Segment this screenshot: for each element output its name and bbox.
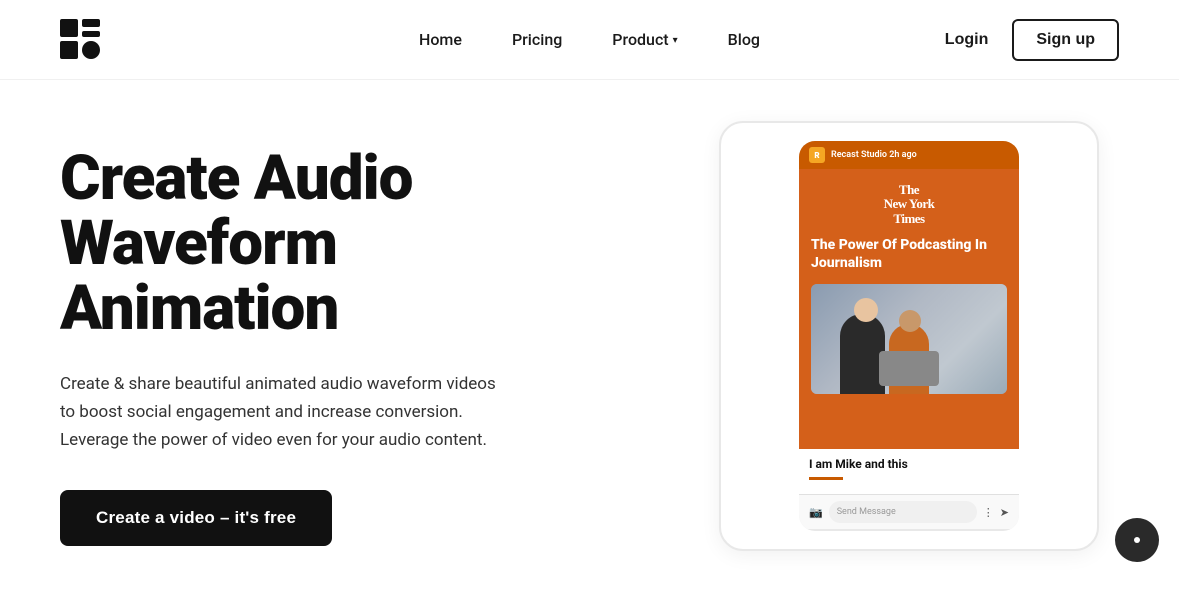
nyt-logo: TheNew YorkTimes xyxy=(811,183,1007,226)
app-icon: R xyxy=(809,147,825,163)
phone-footer: 📷 Send Message ⋮ ➤ xyxy=(799,494,1019,529)
phone-preview: R Recast Studio 2h ago TheNew YorkTimes … xyxy=(719,121,1099,551)
camera-icon: 📷 xyxy=(809,506,823,519)
notification-text: Recast Studio 2h ago xyxy=(831,150,917,160)
chevron-down-icon: ▾ xyxy=(673,35,678,46)
hero-section: Create Audio Waveform Animation Create &… xyxy=(60,126,580,545)
nav-product[interactable]: Product ▾ xyxy=(612,30,677,49)
header: Home Pricing Product ▾ Blog Login Sign u… xyxy=(0,0,1179,80)
more-icon: ⋮ xyxy=(983,506,994,519)
send-icon: ➤ xyxy=(1000,506,1009,519)
logo[interactable] xyxy=(60,19,102,61)
signup-button[interactable]: Sign up xyxy=(1012,19,1119,61)
hero-description: Create & share beautiful animated audio … xyxy=(60,370,500,454)
phone-screen: R Recast Studio 2h ago TheNew YorkTimes … xyxy=(799,141,1019,531)
phone-caption: I am Mike and this xyxy=(799,449,1019,494)
message-input: Send Message xyxy=(829,501,977,523)
caption-text: I am Mike and this xyxy=(809,457,1009,471)
circle-dot xyxy=(1134,537,1140,543)
main-nav: Home Pricing Product ▾ Blog xyxy=(419,30,760,49)
main-content: Create Audio Waveform Animation Create &… xyxy=(0,80,1179,592)
floating-button[interactable] xyxy=(1115,518,1159,562)
podcast-image xyxy=(811,284,1007,394)
hero-title: Create Audio Waveform Animation xyxy=(60,146,580,341)
login-button[interactable]: Login xyxy=(945,31,989,49)
nav-blog[interactable]: Blog xyxy=(728,30,760,49)
waveform-bar xyxy=(809,477,843,480)
nav-pricing[interactable]: Pricing xyxy=(512,30,562,49)
header-actions: Login Sign up xyxy=(945,19,1119,61)
nav-home[interactable]: Home xyxy=(419,30,462,49)
podcast-title: The Power Of Podcasting In Journalism xyxy=(811,236,1007,272)
cta-button[interactable]: Create a video – it's free xyxy=(60,490,332,546)
notification-bar: R Recast Studio 2h ago xyxy=(799,141,1019,169)
phone-content: TheNew YorkTimes The Power Of Podcasting… xyxy=(799,169,1019,449)
